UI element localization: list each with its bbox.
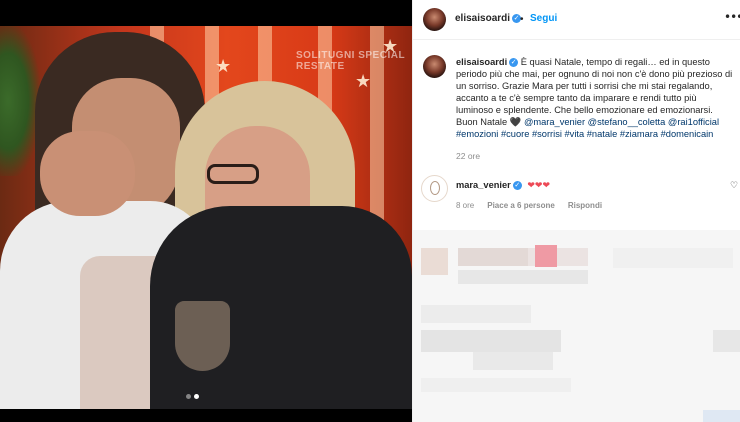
comment-timestamp[interactable]: 8 ore bbox=[456, 201, 474, 210]
carousel-dot-active bbox=[194, 394, 199, 399]
comment-meta: 8 ore Piace a 6 persone Rispondi bbox=[456, 201, 602, 210]
comment-likes[interactable]: Piace a 6 persone bbox=[487, 201, 555, 210]
christmas-plant bbox=[0, 26, 40, 176]
verified-badge-icon: ✓ bbox=[509, 58, 519, 68]
media-letterbox-top bbox=[0, 0, 412, 26]
post-header: elisaisoardi✓ • Segui ••• bbox=[413, 0, 740, 40]
comment-username[interactable]: mara_venier ✓ bbox=[456, 180, 522, 191]
clasped-hands bbox=[40, 131, 135, 216]
caption-timestamp[interactable]: 22 ore bbox=[456, 151, 480, 161]
reply-button[interactable]: Rispondi bbox=[568, 201, 602, 210]
separator-dot: • bbox=[520, 14, 524, 25]
author-avatar[interactable] bbox=[423, 8, 446, 31]
caption-author-avatar[interactable] bbox=[423, 55, 446, 78]
media-letterbox-bottom bbox=[0, 409, 412, 422]
caption-text-closing: Buon Natale bbox=[456, 117, 508, 127]
comment-text: ❤❤❤ bbox=[527, 181, 551, 191]
carousel-indicator bbox=[186, 394, 199, 399]
comment: mara_venier ✓ ❤❤❤ bbox=[456, 180, 550, 191]
carousel-dot bbox=[186, 394, 191, 399]
post-media[interactable]: ★ ★ ★ SOLITUGNI SPECIAL RESTATE bbox=[0, 0, 412, 422]
star-decoration: ★ bbox=[355, 71, 372, 92]
post-caption: elisaisoardi ✓ È quasi Natale, tempo di r… bbox=[456, 56, 736, 140]
caption-hashtags[interactable]: #emozioni #cuore #sorrisi #vita #natale … bbox=[456, 129, 713, 139]
star-decoration: ★ bbox=[215, 56, 232, 77]
caption-username[interactable]: elisaisoardi bbox=[456, 57, 507, 67]
glasses bbox=[207, 164, 259, 184]
caption-mentions[interactable]: @mara_venier @stefano__coletta @rai1offi… bbox=[524, 117, 719, 127]
commenter-avatar[interactable] bbox=[421, 175, 448, 202]
more-options-icon[interactable]: ••• bbox=[724, 10, 740, 24]
post-sidebar: elisaisoardi✓ • Segui ••• elisaisoardi✓ … bbox=[412, 0, 740, 422]
verified-badge-icon: ✓ bbox=[512, 181, 522, 191]
follow-button[interactable]: Segui bbox=[530, 13, 557, 24]
like-comment-icon[interactable]: ♡ bbox=[730, 181, 738, 191]
tv-watermark: SOLITUGNI SPECIAL RESTATE bbox=[296, 50, 406, 72]
black-heart-icon: 🖤 bbox=[509, 117, 522, 127]
necklace bbox=[175, 301, 230, 371]
author-username[interactable]: elisaisoardi ✓ bbox=[455, 13, 522, 24]
post-photo: ★ ★ ★ SOLITUGNI SPECIAL RESTATE bbox=[0, 26, 412, 409]
